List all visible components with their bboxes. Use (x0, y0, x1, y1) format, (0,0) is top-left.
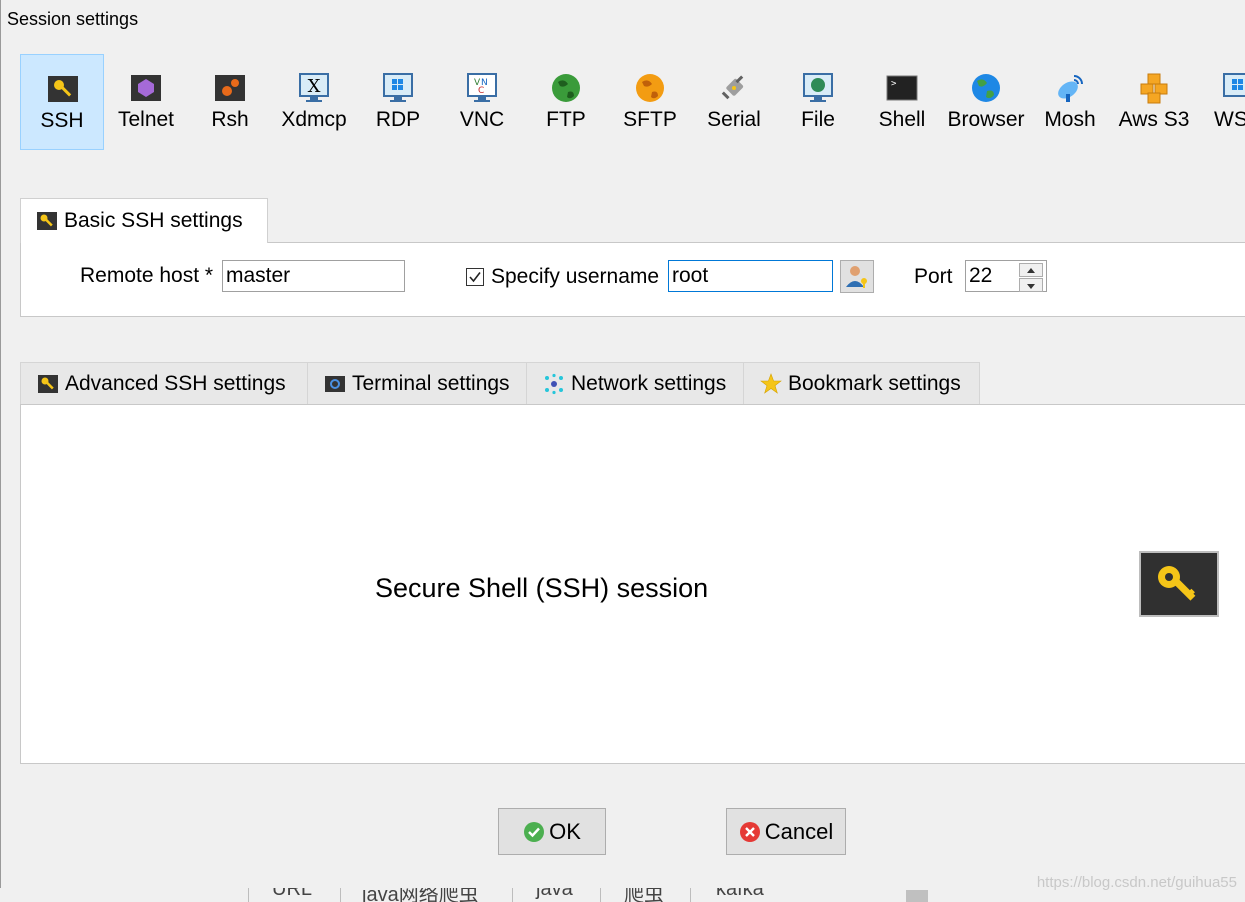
ssh-key-large-icon (1139, 551, 1219, 617)
session-type-ftp[interactable]: FTP (524, 54, 608, 150)
shell-terminal-icon: > (886, 75, 918, 101)
tab-label: Advanced SSH settings (65, 371, 286, 395)
session-type-vnc[interactable]: VNC VNC (440, 54, 524, 150)
tab-label: Network settings (571, 371, 727, 395)
serial-plug-icon (721, 75, 744, 100)
session-type-shell[interactable]: > Shell (860, 54, 944, 150)
browser-globe-icon (972, 74, 1000, 102)
wsl-windows-icon (1223, 73, 1245, 97)
background-scrollbar (906, 890, 928, 902)
session-type-mosh[interactable]: Mosh (1028, 54, 1112, 150)
session-type-serial[interactable]: Serial (692, 54, 776, 150)
rdp-icon (383, 73, 413, 102)
session-type-file[interactable]: File (776, 54, 860, 150)
watermark: https://blog.csdn.net/guihua55 (1036, 874, 1237, 891)
dialog-title: Session settings (7, 9, 139, 29)
session-description: Secure Shell (SSH) session (375, 573, 709, 603)
tab-terminal-settings[interactable]: Terminal settings (307, 362, 527, 404)
column-divider (512, 888, 513, 902)
column-divider (340, 888, 341, 902)
username-input[interactable]: root (668, 260, 833, 292)
session-type-aws-s3[interactable]: Aws S3 (1112, 54, 1196, 150)
session-description-panel: Secure Shell (SSH) session (20, 404, 1245, 764)
background-cell: java (536, 888, 573, 900)
port-spinner (1019, 263, 1045, 294)
background-cell: kafka (716, 888, 764, 900)
session-type-toolbar: SSH Telnet Rsh X Xdmcp RDP VNC VNC FTP S… (19, 54, 1245, 150)
port-increment-button[interactable] (1019, 263, 1043, 277)
rsh-icon (215, 75, 245, 101)
session-type-browser[interactable]: Browser (944, 54, 1028, 150)
ftp-globe-icon (552, 74, 580, 102)
tab-label: Terminal settings (352, 371, 510, 395)
file-monitor-icon (803, 73, 833, 102)
vnc-icon: V NC (467, 73, 497, 102)
session-settings-dialog: Session settings SSH Telnet Rsh X Xdmcp … (0, 0, 1245, 888)
tab-label: Basic SSH settings (64, 209, 243, 232)
star-icon (760, 372, 782, 394)
session-type-telnet[interactable]: Telnet (104, 54, 188, 150)
basic-settings-panel: Remote host * master Specify username ro… (20, 242, 1245, 317)
column-divider (248, 888, 249, 902)
ok-label: OK (549, 818, 581, 844)
session-type-label: WSL (1214, 108, 1245, 131)
column-divider (600, 888, 601, 902)
column-divider (690, 888, 691, 902)
background-cell: 爬虫 (624, 888, 664, 902)
session-type-rdp[interactable]: RDP (356, 54, 440, 150)
down-arrow-icon (1027, 284, 1035, 289)
checkmark-icon (469, 272, 481, 283)
tab-advanced-ssh-settings[interactable]: Advanced SSH settings (20, 362, 308, 404)
svg-text:X: X (308, 76, 321, 97)
network-icon (545, 373, 563, 394)
svg-text:C: C (478, 86, 484, 96)
port-label: Port (914, 265, 953, 288)
ok-button[interactable]: OK (498, 808, 606, 855)
mosh-satellite-icon (1058, 75, 1083, 102)
xdmcp-icon: X (299, 73, 329, 102)
sftp-globe-icon (636, 74, 664, 102)
session-type-xdmcp[interactable]: X Xdmcp (272, 54, 356, 150)
tab-network-settings[interactable]: Network settings (526, 362, 744, 404)
key-icon (37, 212, 57, 230)
aws-s3-cubes-icon (1140, 73, 1168, 104)
up-arrow-icon (1027, 268, 1035, 273)
specify-username-label: Specify username (491, 265, 660, 288)
key-icon (1158, 566, 1196, 601)
svg-text:>: > (891, 79, 897, 89)
check-circle-icon (524, 821, 545, 842)
background-cell: URL (272, 888, 313, 900)
key-icon (48, 76, 78, 102)
session-type-sftp[interactable]: SFTP (608, 54, 692, 150)
background-cell: java网络爬虫 (362, 888, 479, 902)
terminal-gear-icon (325, 375, 345, 392)
key-icon (38, 374, 58, 393)
session-type-wsl[interactable]: WSL (1196, 54, 1245, 150)
cancel-button[interactable]: Cancel (726, 808, 846, 855)
specify-username-checkbox[interactable] (466, 268, 484, 286)
cancel-label: Cancel (764, 818, 834, 844)
port-decrement-button[interactable] (1019, 278, 1043, 292)
remote-host-label: Remote host * (80, 264, 214, 287)
remote-host-input[interactable]: master (222, 260, 405, 292)
tab-bookmark-settings[interactable]: Bookmark settings (743, 362, 980, 404)
session-type-rsh[interactable]: Rsh (188, 54, 272, 150)
session-type-label: Aws S3 (1118, 108, 1190, 131)
user-credentials-button[interactable] (840, 260, 874, 293)
tab-basic-ssh-settings[interactable]: Basic SSH settings (20, 198, 268, 243)
tab-label: Bookmark settings (788, 371, 961, 395)
session-type-ssh[interactable]: SSH (20, 54, 104, 150)
user-key-icon (846, 266, 867, 288)
cancel-circle-icon (739, 821, 760, 842)
telnet-icon (131, 75, 161, 101)
